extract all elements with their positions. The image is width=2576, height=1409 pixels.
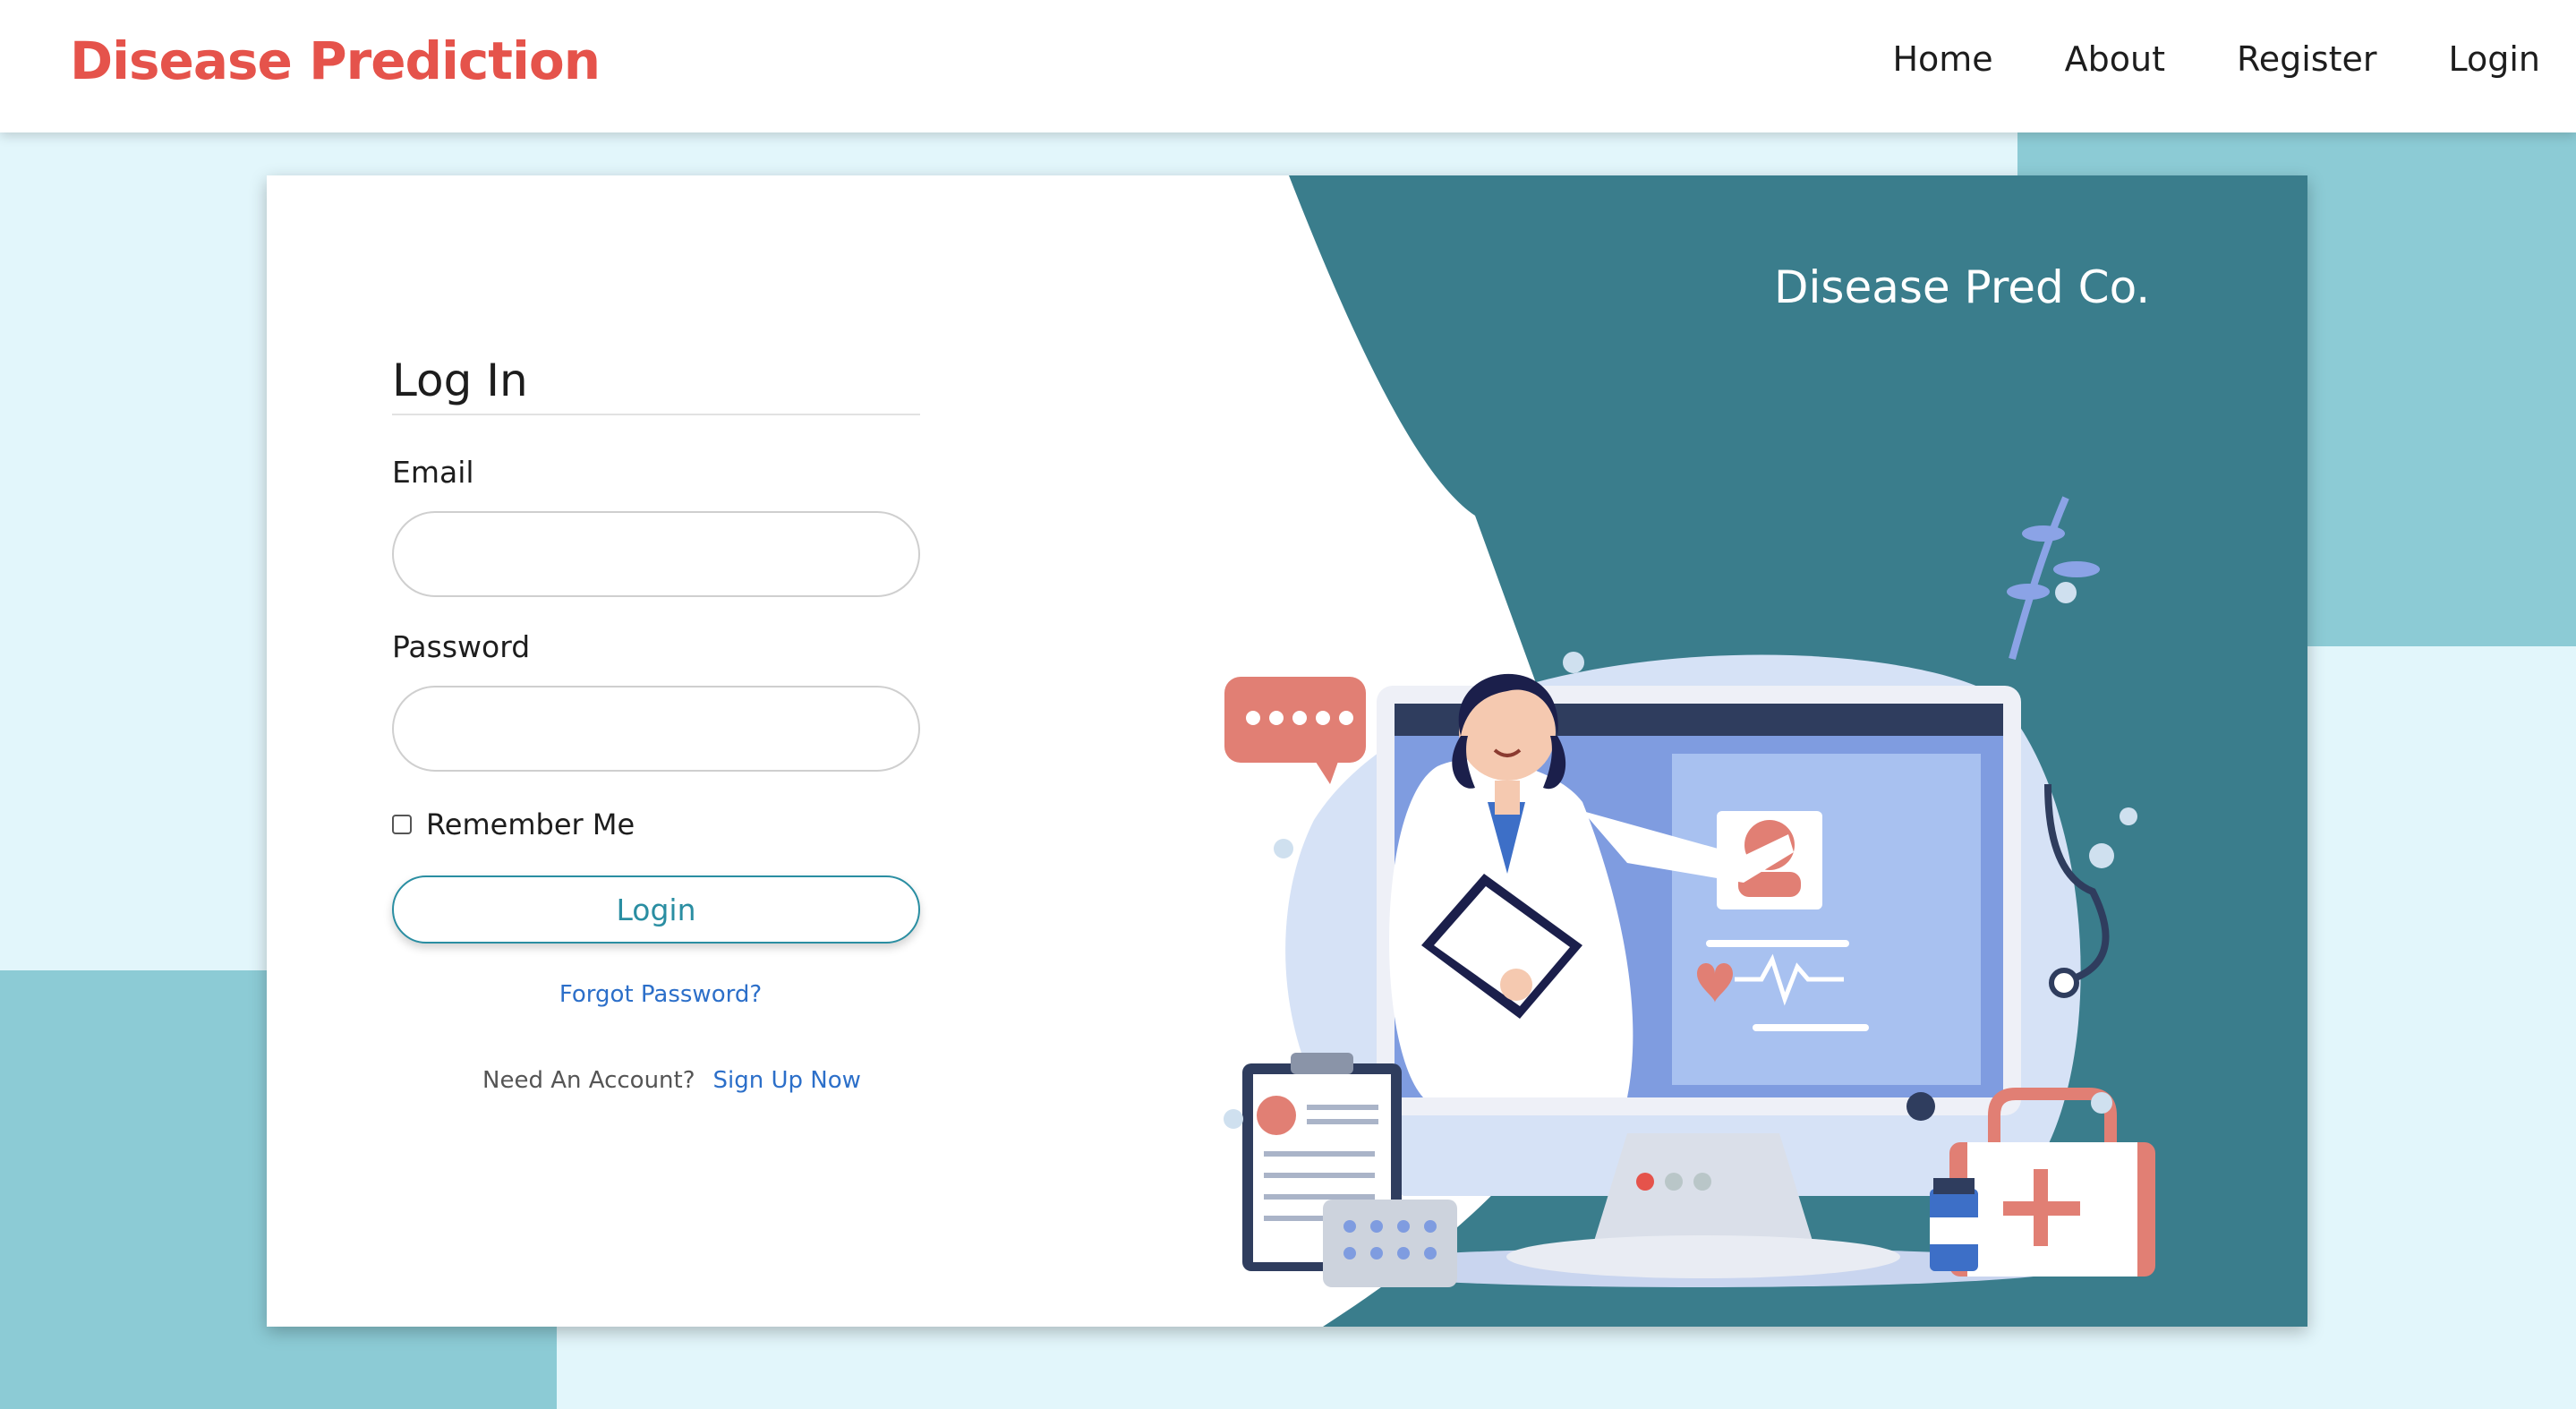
email-label: Email (392, 455, 474, 490)
account-prompt-row: Need An Account? Sign Up Now (482, 1067, 861, 1094)
title-divider (392, 414, 920, 415)
sign-up-link[interactable]: Sign Up Now (713, 1067, 861, 1094)
company-name: Disease Pred Co. (1774, 261, 2151, 313)
form-title: Log In (392, 354, 528, 406)
login-button[interactable]: Login (392, 875, 920, 944)
doctor-illustration (1224, 496, 2155, 1287)
brand-logo[interactable]: Disease Prediction (70, 30, 601, 91)
nav-links: Home About Register Login (1892, 39, 2540, 79)
email-input[interactable] (392, 511, 920, 597)
login-form: Log In Email Password Remember Me Login (392, 354, 920, 944)
login-card: Log In Email Password Remember Me Login … (267, 175, 2307, 1327)
navbar: Disease Prediction Home About Register L… (0, 0, 2576, 132)
account-prompt-text: Need An Account? (482, 1067, 695, 1094)
nav-register-link[interactable]: Register (2237, 39, 2376, 79)
carousel-dot-1[interactable] (1636, 1173, 1654, 1191)
remember-me-row: Remember Me (392, 807, 920, 841)
nav-home-link[interactable]: Home (1892, 39, 1992, 79)
nav-about-link[interactable]: About (2065, 39, 2165, 79)
carousel-dot-2[interactable] (1665, 1173, 1683, 1191)
password-label: Password (392, 629, 531, 664)
nav-login-link[interactable]: Login (2448, 39, 2540, 79)
remember-me-checkbox[interactable] (392, 815, 412, 834)
carousel-dot-3[interactable] (1693, 1173, 1711, 1191)
forgot-password-link[interactable]: Forgot Password? (267, 981, 1054, 1008)
carousel-indicators (1636, 1173, 1711, 1191)
password-input[interactable] (392, 686, 920, 772)
remember-me-label[interactable]: Remember Me (426, 807, 635, 841)
